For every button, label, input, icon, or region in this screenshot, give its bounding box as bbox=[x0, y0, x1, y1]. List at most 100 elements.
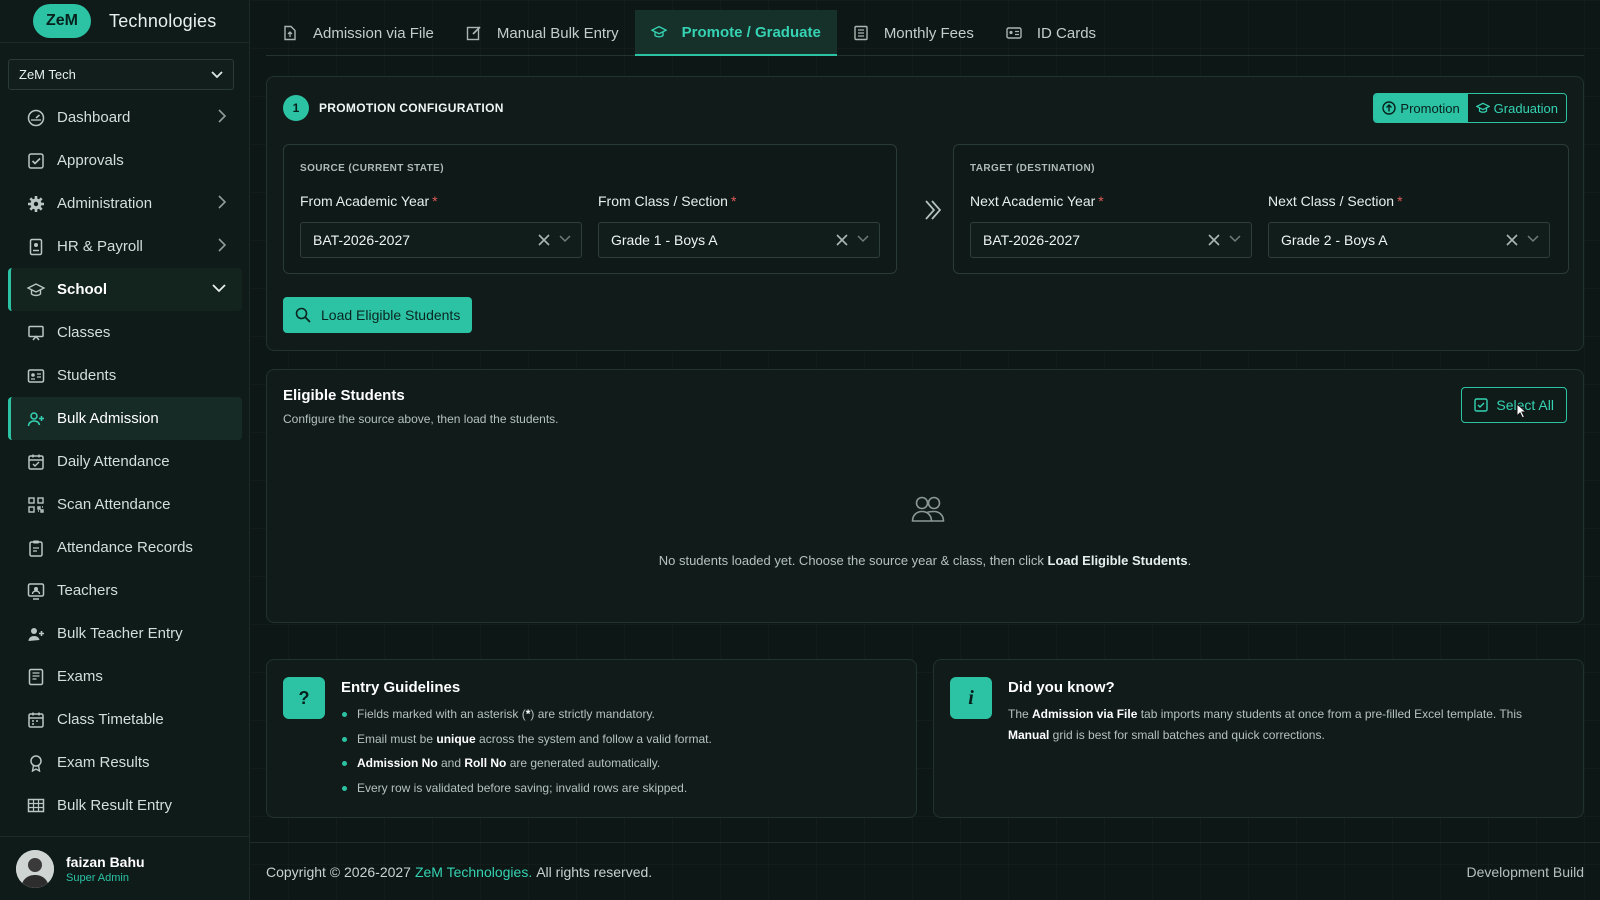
did-you-know-text: The Admission via File tab imports many … bbox=[1008, 707, 1523, 742]
did-you-know-card: i Did you know? The Admission via File t… bbox=[933, 659, 1584, 818]
approval-icon bbox=[27, 152, 45, 170]
did-you-know-title: Did you know? bbox=[1008, 679, 1115, 696]
chevron-down-icon bbox=[559, 235, 571, 243]
sidebar-item-exam-results[interactable]: Exam Results bbox=[8, 741, 242, 784]
tab-promote-graduate[interactable]: Promote / Graduate bbox=[634, 10, 837, 56]
teacher-icon bbox=[27, 582, 45, 600]
user-plus-icon bbox=[27, 410, 45, 428]
sidebar-item-label: Daily Attendance bbox=[57, 453, 170, 470]
list-item: Fields marked with an asterisk (*) are s… bbox=[341, 704, 712, 729]
sidebar-item-bulk-admission[interactable]: Bulk Admission bbox=[8, 397, 242, 440]
sidebar-item-label: Attendance Records bbox=[57, 539, 193, 556]
from-academic-year-label: From Academic Year * bbox=[300, 193, 438, 209]
sidebar-item-teachers[interactable]: Teachers bbox=[8, 569, 242, 612]
tab-manual-bulk-entry[interactable]: Manual Bulk Entry bbox=[450, 10, 635, 56]
select-value: Grade 1 - Boys A bbox=[611, 232, 718, 248]
dashboard-icon bbox=[27, 109, 45, 127]
tab-admission-via-file[interactable]: Admission via File bbox=[266, 10, 450, 56]
gear-icon bbox=[27, 195, 45, 213]
exam-icon bbox=[27, 668, 45, 686]
sidebar-item-label: Classes bbox=[57, 324, 111, 341]
brand-name: Technologies bbox=[109, 10, 217, 31]
sidebar-item-label: Students bbox=[57, 367, 117, 384]
tab-label: ID Cards bbox=[1036, 24, 1097, 42]
sidebar-item-daily-attendance[interactable]: Daily Attendance bbox=[8, 440, 242, 483]
clipboard-icon bbox=[27, 539, 45, 557]
user-role: Super Admin bbox=[66, 871, 129, 884]
timetable-icon bbox=[27, 711, 45, 729]
question-icon: ? bbox=[283, 677, 325, 719]
brand[interactable]: ZeM Technologies bbox=[0, 0, 249, 43]
sidebar-item-label: Bulk Result Entry bbox=[57, 797, 173, 814]
sidebar-item-attendance-records[interactable]: Attendance Records bbox=[8, 526, 242, 569]
sidebar-item-bulk-result-entry[interactable]: Bulk Result Entry bbox=[8, 784, 242, 816]
search-icon bbox=[295, 307, 311, 323]
sidebar-item-administration[interactable]: Administration bbox=[8, 182, 242, 225]
qr-scan-icon bbox=[27, 496, 45, 514]
sidebar-item-label: Teachers bbox=[57, 582, 118, 599]
bulk-admission-tabs: Admission via File Manual Bulk Entry Pro… bbox=[266, 10, 1584, 56]
tab-monthly-fees[interactable]: Monthly Fees bbox=[837, 10, 990, 56]
chevron-right-icon bbox=[218, 195, 226, 209]
sidebar-item-scan-attendance[interactable]: Scan Attendance bbox=[8, 483, 242, 526]
guidelines-list: Fields marked with an asterisk (*) are s… bbox=[341, 704, 712, 802]
organization-select[interactable]: ZeM Tech bbox=[8, 59, 234, 90]
user-profile[interactable]: faizan Bahu Super Admin bbox=[0, 836, 250, 900]
chevron-down-icon bbox=[212, 284, 226, 293]
sidebar-item-students[interactable]: Students bbox=[8, 354, 242, 397]
avatar bbox=[16, 849, 54, 888]
sidebar-item-approvals[interactable]: Approvals bbox=[8, 139, 242, 182]
graduation-label: Graduation bbox=[1493, 100, 1558, 116]
award-icon bbox=[27, 754, 45, 772]
load-eligible-students-button[interactable]: Load Eligible Students bbox=[283, 297, 473, 333]
sidebar-item-label: Exam Results bbox=[57, 754, 150, 771]
sidebar-item-bulk-teacher-entry[interactable]: Bulk Teacher Entry bbox=[8, 612, 242, 655]
sidebar-item-classes[interactable]: Classes bbox=[8, 311, 242, 354]
info-icon: i bbox=[950, 677, 992, 719]
empty-state-link: Load Eligible Students bbox=[1047, 553, 1188, 568]
guidelines-title: Entry Guidelines bbox=[341, 679, 461, 696]
graduation-mode-button[interactable]: Graduation bbox=[1467, 94, 1566, 122]
entry-guidelines-card: ? Entry Guidelines Fields marked with an… bbox=[266, 659, 917, 818]
target-panel: TARGET (DESTINATION) Next Academic Year *… bbox=[953, 144, 1569, 274]
sidebar-item-label: Class Timetable bbox=[57, 711, 164, 728]
footer-brand-link[interactable]: ZeM Technologies. bbox=[415, 864, 532, 880]
from-academic-year-select[interactable]: BAT-2026-2027 bbox=[300, 222, 582, 258]
sidebar-item-exams[interactable]: Exams bbox=[8, 655, 242, 698]
graduation-cap-icon bbox=[27, 281, 45, 299]
promotion-configuration-card: 1 PROMOTION CONFIGURATION Promotion Grad… bbox=[266, 76, 1584, 351]
from-class-section-select[interactable]: Grade 1 - Boys A bbox=[598, 222, 880, 258]
mode-toggle: Promotion Graduation bbox=[1373, 93, 1567, 123]
next-academic-year-select[interactable]: BAT-2026-2027 bbox=[970, 222, 1252, 258]
list-item: Admission No and Roll No are generated a… bbox=[341, 753, 712, 778]
sidebar-item-label: Exams bbox=[57, 668, 103, 685]
select-all-button[interactable]: Select All bbox=[1461, 387, 1567, 423]
select-value: BAT-2026-2027 bbox=[983, 232, 1081, 248]
clear-icon[interactable] bbox=[537, 233, 551, 247]
clear-icon[interactable] bbox=[1505, 233, 1519, 247]
sidebar-item-label: Scan Attendance bbox=[57, 496, 171, 513]
user-plus-icon bbox=[27, 625, 45, 643]
tab-label: Monthly Fees bbox=[883, 24, 974, 42]
organization-select-value: ZeM Tech bbox=[19, 67, 76, 82]
select-value: BAT-2026-2027 bbox=[313, 232, 411, 248]
clear-icon[interactable] bbox=[835, 233, 849, 247]
clear-icon[interactable] bbox=[1207, 233, 1221, 247]
brand-logo: ZeM bbox=[33, 4, 91, 38]
sidebar-item-label: HR & Payroll bbox=[57, 238, 143, 255]
sidebar-item-label: Approvals bbox=[57, 152, 124, 169]
step-number: 1 bbox=[283, 95, 309, 121]
sidebar-item-school[interactable]: School bbox=[8, 268, 242, 311]
calendar-check-icon bbox=[27, 453, 45, 471]
promotion-mode-button[interactable]: Promotion bbox=[1374, 94, 1468, 122]
chevron-right-icon bbox=[218, 109, 226, 123]
next-class-section-select[interactable]: Grade 2 - Boys A bbox=[1268, 222, 1550, 258]
sidebar-nav: Dashboard Approvals Administration HR & … bbox=[8, 96, 242, 816]
chevron-down-icon bbox=[857, 235, 869, 243]
sidebar-item-label: Dashboard bbox=[57, 109, 131, 126]
sidebar-item-class-timetable[interactable]: Class Timetable bbox=[8, 698, 242, 741]
sidebar-item-hr-payroll[interactable]: HR & Payroll bbox=[8, 225, 242, 268]
tab-id-cards[interactable]: ID Cards bbox=[990, 10, 1112, 56]
eligible-students-card: Eligible Students Configure the source a… bbox=[266, 369, 1584, 623]
sidebar-item-dashboard[interactable]: Dashboard bbox=[8, 96, 242, 139]
